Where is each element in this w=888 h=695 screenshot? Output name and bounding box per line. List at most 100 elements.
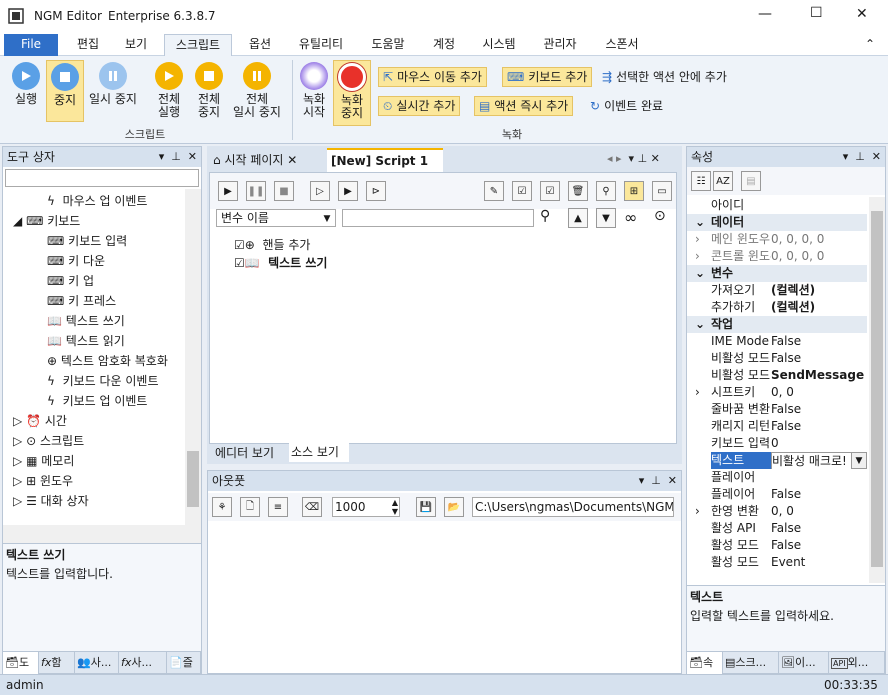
tree-item-key-press[interactable]: ⌨ 키 프레스: [47, 291, 116, 311]
all-pause-button[interactable]: 전체 일시 중지: [230, 62, 284, 126]
play-button[interactable]: 실행: [6, 62, 46, 120]
tree-item-dialog[interactable]: ▷ ☰ 대화 상자: [13, 491, 89, 511]
all-stop-button[interactable]: 전체 중지: [190, 62, 228, 126]
toolbox-scrollbar[interactable]: [185, 189, 201, 543]
scrollbar-thumb[interactable]: [187, 451, 199, 507]
pane-buttons[interactable]: ▾ ⊥ ✕: [843, 147, 881, 167]
property-row[interactable]: 캐리지 리턴 False: [687, 418, 867, 435]
tab-nav-buttons[interactable]: ◂ ▸ ▾ ⊥ ✕: [607, 152, 660, 165]
pause-icon[interactable]: ❚❚: [246, 181, 266, 201]
tree-item-window[interactable]: ▷ ⊞ 윈도우: [13, 471, 73, 491]
tab-edit[interactable]: 편집: [68, 34, 108, 56]
property-row[interactable]: 키보드 입력 0: [687, 435, 867, 452]
tree-item-script[interactable]: ▷ ⊙ 스크립트: [13, 431, 84, 451]
tree-item-keyboard[interactable]: ◢ ⌨ 키보드: [13, 211, 80, 231]
close-button[interactable]: ✕: [856, 6, 868, 22]
property-row[interactable]: 플레이어: [687, 469, 867, 486]
tab-sponsor[interactable]: 스폰서: [596, 34, 648, 56]
event-done-button[interactable]: ↻ 이벤트 완료: [586, 96, 667, 116]
property-pages-icon[interactable]: ▤: [741, 171, 761, 191]
property-row[interactable]: 가져오기 (컬렉션): [687, 282, 867, 299]
property-row[interactable]: 활성 모드 False: [687, 537, 867, 554]
tree-item-keyboard-down-event[interactable]: ϟ 키보드 다운 이벤트: [47, 371, 159, 391]
tab-toolbox[interactable]: 🗃도: [3, 652, 39, 674]
tab-options[interactable]: 옵션: [240, 34, 280, 56]
check-all-icon[interactable]: ☑: [512, 181, 532, 201]
property-category[interactable]: ⌄ 작업: [687, 316, 867, 333]
property-row[interactable]: 아이디: [687, 197, 867, 214]
property-row[interactable]: 플레이어 False: [687, 486, 867, 503]
property-category[interactable]: ⌄ 데이터: [687, 214, 867, 231]
search-icon[interactable]: ⚲: [540, 208, 550, 224]
variable-select[interactable]: 변수 이름 ▼: [216, 209, 336, 227]
edit-icon[interactable]: ✎: [484, 181, 504, 201]
stop-button[interactable]: 중지: [46, 60, 84, 122]
close-icon[interactable]: ✕: [287, 153, 297, 167]
action-add-handle[interactable]: ☑⊕ 핸들 추가: [234, 235, 310, 255]
toolbox-search-input[interactable]: [5, 169, 199, 187]
list-icon[interactable]: ≡: [268, 497, 288, 517]
file-menu[interactable]: File: [4, 34, 58, 56]
run-to-icon[interactable]: ▶: [338, 181, 358, 201]
property-row[interactable]: › 콘트롤 윈도우0, 0, 0, 0: [687, 248, 867, 265]
toolbox-hscrollbar[interactable]: [3, 525, 185, 543]
tab-user-functions[interactable]: fx사...: [119, 652, 167, 674]
tree-item-memory[interactable]: ▷ ▦ 메모리: [13, 451, 74, 471]
search-icon[interactable]: ⚲: [596, 181, 616, 201]
tab-editor-view[interactable]: 에디터 보기: [209, 444, 289, 462]
property-row[interactable]: 활성 API False: [687, 520, 867, 537]
tab-view[interactable]: 보기: [116, 34, 156, 56]
action-write-text[interactable]: ☑📖 텍스트 쓰기: [234, 253, 327, 273]
tree-item-keyboard-input[interactable]: ⌨ 키보드 입력: [47, 231, 127, 251]
step-icon[interactable]: ▷: [310, 181, 330, 201]
loop-icon[interactable]: ∞: [624, 208, 637, 227]
tree-item-read-text[interactable]: 📖 텍스트 읽기: [47, 331, 125, 351]
property-row[interactable]: › 시프트키 0, 0: [687, 384, 867, 401]
property-category[interactable]: ⌄ 변수: [687, 265, 867, 282]
tab-utility[interactable]: 유틸리티: [290, 34, 352, 56]
record-stop-button[interactable]: 녹화 중지: [333, 60, 371, 126]
maximize-button[interactable]: ☐: [810, 5, 823, 21]
folder-icon[interactable]: 📂: [444, 497, 464, 517]
tree-item-encrypt-text[interactable]: ⊕ 텍스트 암호화 복호화: [47, 351, 168, 371]
variable-search-input[interactable]: [342, 209, 534, 227]
save-icon[interactable]: 💾: [416, 497, 436, 517]
sort-az-icon[interactable]: AZ: [713, 171, 733, 191]
tab-account[interactable]: 계정: [424, 34, 464, 56]
move-up-icon[interactable]: ▲: [568, 208, 588, 228]
collapse-ribbon-icon[interactable]: ⌃: [860, 34, 880, 56]
property-row[interactable]: IME Mode False: [687, 333, 867, 350]
property-row[interactable]: › 한영 변환 0, 0: [687, 503, 867, 520]
log-path-field[interactable]: C:\Users\ngmas\Documents\NGM6\: [472, 497, 674, 517]
run-icon[interactable]: ▶: [218, 181, 238, 201]
property-row[interactable]: 비활성 모드 False: [687, 350, 867, 367]
count-stepper[interactable]: 1000 ▲ ▼: [332, 497, 400, 517]
check-icon[interactable]: ☑: [540, 181, 560, 201]
pause-button[interactable]: 일시 중지: [86, 62, 140, 120]
tab-admin[interactable]: 관리자: [534, 34, 586, 56]
stop-icon[interactable]: ■: [274, 181, 294, 201]
add-realtime-button[interactable]: ⏲ 실시간 추가: [378, 96, 461, 116]
add-mouse-move-button[interactable]: ⇱ 마우스 이동 추가: [378, 67, 487, 87]
tab-start-page[interactable]: ⌂ 시작 페이지 ✕: [209, 150, 325, 170]
stepper-arrows-icon[interactable]: ▲ ▼: [392, 498, 398, 516]
pane-buttons[interactable]: ▾ ⊥ ✕: [639, 471, 677, 491]
tab-user[interactable]: 👥사...: [75, 652, 119, 674]
record-start-button[interactable]: 녹화 시작: [296, 62, 332, 126]
tab-source-view[interactable]: 소스 보기: [289, 442, 349, 462]
delete-icon[interactable]: 🗑: [568, 181, 588, 201]
chevron-down-icon[interactable]: ▼: [851, 452, 867, 469]
tree-view-icon[interactable]: ⊞: [624, 181, 644, 201]
all-play-button[interactable]: 전체 실행: [150, 62, 188, 126]
categorized-icon[interactable]: ☷: [691, 171, 711, 191]
properties-scrollbar[interactable]: [869, 197, 885, 583]
clean-icon[interactable]: ⚘: [212, 497, 232, 517]
tab-images[interactable]: 🖼이...: [779, 652, 829, 674]
move-down-icon[interactable]: ▼: [596, 208, 616, 228]
add-keyboard-button[interactable]: ⌨ 키보드 추가: [502, 67, 593, 87]
eraser-icon[interactable]: ⌫: [302, 497, 322, 517]
tab-external[interactable]: API 외...: [829, 652, 885, 674]
tab-script-1[interactable]: [New] Script 1 ✕: [327, 148, 443, 190]
property-row[interactable]: 추가하기 (컬렉션): [687, 299, 867, 316]
tree-item-key-up[interactable]: ⌨ 키 업: [47, 271, 94, 291]
